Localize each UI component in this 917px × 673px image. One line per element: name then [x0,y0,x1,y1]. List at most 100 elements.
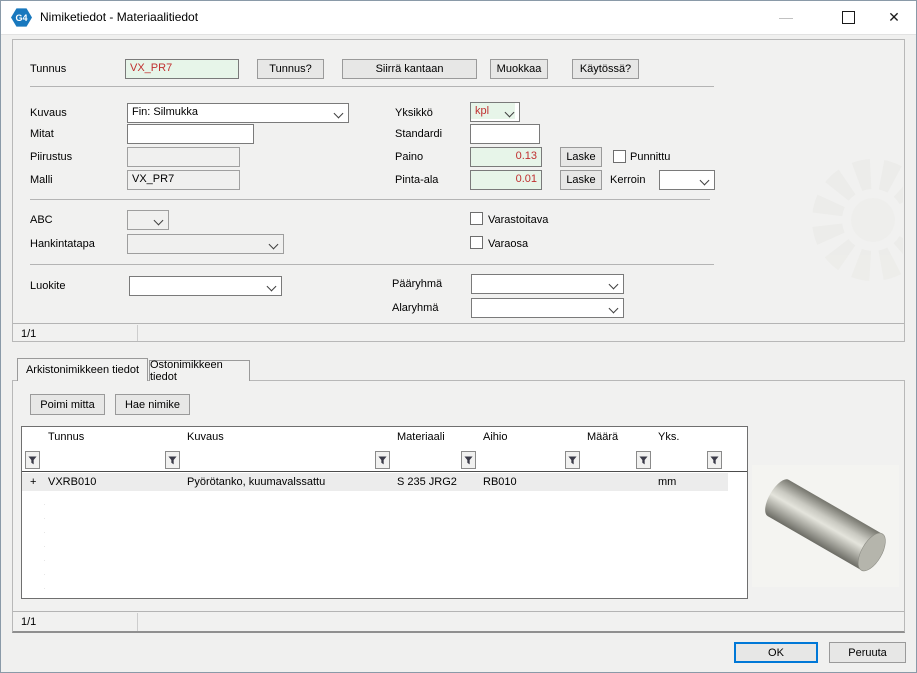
funnel-icon [168,456,177,465]
filter-button-kuvaus[interactable] [375,451,390,469]
round-bar-3d-icon [752,465,899,587]
chevron-down-icon [609,304,619,314]
alaryhma-dropdown[interactable] [471,298,624,318]
filter-button-materiaali[interactable] [461,451,476,469]
table-row[interactable]: + VXRB010 Pyörötanko, kuumavalssattu S 2… [22,473,728,491]
luokite-dropdown[interactable] [129,276,282,296]
tab-ostonimikkeen-tiedot[interactable]: Ostonimikkeen tiedot [149,360,250,381]
chevron-down-icon [700,176,710,186]
form-record-pager: 1/1 [13,323,904,342]
luokite-label: Luokite [30,280,65,292]
yksikko-label: Yksikkö [395,107,433,119]
table-filter-row [22,449,747,472]
table-record-pager: 1/1 [13,611,904,632]
close-icon: ✕ [888,9,900,26]
col-yks[interactable]: Yks. [658,431,679,443]
pager-divider [137,613,138,631]
peruuta-button[interactable]: Peruuta [829,642,906,663]
titlebar: G4 Nimiketiedot - Materiaalitiedot — ✕ [1,1,916,35]
muokkaa-button[interactable]: Muokkaa [490,59,548,79]
cell-materiaali: S 235 JRG2 [397,476,457,488]
col-tunnus[interactable]: Tunnus [48,431,84,443]
poimi-mitta-button[interactable]: Poimi mitta [30,394,105,415]
col-aihio[interactable]: Aihio [483,431,507,443]
varastoitava-label: Varastoitava [488,214,548,226]
kuvaus-dropdown[interactable]: Fin: Silmukka [127,103,349,123]
col-kuvaus[interactable]: Kuvaus [187,431,224,443]
yksikko-dropdown[interactable]: kpl [470,102,520,122]
separator [30,86,714,87]
punnittu-label: Punnittu [630,151,670,163]
kaytossa-question-button[interactable]: Käytössä? [572,59,639,79]
hankintatapa-dropdown[interactable] [127,234,284,254]
laske-pinta-ala-button[interactable]: Laske [560,170,602,190]
pinta-ala-input[interactable]: 0.01 [470,170,542,190]
window-title: Nimiketiedot - Materiaalitiedot [40,10,198,24]
punnittu-checkbox[interactable] [613,150,626,163]
pager-divider [137,325,138,342]
chevron-down-icon [334,109,344,119]
table-record-count: 1/1 [21,616,36,628]
tab-arkistonimikkeen-tiedot[interactable]: Arkistonimikkeen tiedot [17,358,148,381]
separator [30,199,710,200]
cell-yks: mm [658,476,676,488]
form-record-count: 1/1 [21,328,36,340]
paino-label: Paino [395,151,423,163]
mitat-label: Mitat [30,128,54,140]
varaosa-checkbox[interactable] [470,236,483,249]
row-marker: + [30,476,36,488]
abc-label: ABC [30,214,53,226]
kerroin-dropdown[interactable] [659,170,715,190]
malli-label: Malli [30,174,53,186]
filter-button-aihio[interactable] [565,451,580,469]
cell-kuvaus: Pyörötanko, kuumavalssattu [187,476,325,488]
funnel-icon [28,456,37,465]
hankintatapa-label: Hankintatapa [30,238,95,250]
cell-tunnus: VXRB010 [48,476,96,488]
filter-button-tunnus[interactable] [165,451,180,469]
funnel-icon [710,456,719,465]
tab-label: Arkistonimikkeen tiedot [26,364,139,376]
close-button[interactable]: ✕ [873,1,915,33]
standardi-input[interactable] [470,124,540,144]
piirustus-input[interactable] [127,147,240,167]
tunnus-input[interactable]: VX_PR7 [125,59,239,79]
ok-button[interactable]: OK [734,642,818,663]
material-form-panel: Tunnus VX_PR7 Tunnus? Siirrä kantaan Muo… [12,39,905,342]
col-materiaali[interactable]: Materiaali [397,431,445,443]
varastoitava-checkbox[interactable] [470,212,483,225]
varaosa-label: Varaosa [488,238,528,250]
funnel-icon [464,456,473,465]
malli-input[interactable]: VX_PR7 [127,170,240,190]
mitat-input[interactable] [127,124,254,144]
abc-dropdown[interactable] [127,210,169,230]
minimize-button[interactable]: — [765,1,807,33]
col-maara[interactable]: Määrä [587,431,618,443]
pinta-ala-label: Pinta-ala [395,174,438,186]
nimike-table: Tunnus Kuvaus Materiaali Aihio Määrä Yks… [21,426,748,599]
hae-nimike-button[interactable]: Hae nimike [115,394,190,415]
tunnus-question-button[interactable]: Tunnus? [257,59,324,79]
filter-button-maara[interactable] [636,451,651,469]
app-icon: G4 [11,8,32,27]
gear-watermark [738,95,903,340]
maximize-icon [842,11,855,24]
siirra-kantaan-button[interactable]: Siirrä kantaan [342,59,477,79]
kuvaus-label: Kuvaus [30,107,67,119]
alaryhma-label: Alaryhmä [392,302,438,314]
table-header-row: Tunnus Kuvaus Materiaali Aihio Määrä Yks… [22,427,747,449]
funnel-icon [568,456,577,465]
tab-label: Ostonimikkeen tiedot [150,359,249,383]
paaryhma-label: Pääryhmä [392,278,442,290]
filter-button-yks[interactable] [707,451,722,469]
funnel-icon [639,456,648,465]
table-empty-rows [22,491,747,598]
kerroin-label: Kerroin [610,174,645,186]
paino-input[interactable]: 0.13 [470,147,542,167]
filter-button-marker[interactable] [25,451,40,469]
paaryhma-dropdown[interactable] [471,274,624,294]
arkistonimike-tab-panel: Poimi mitta Hae nimike Tunnus Kuvaus Mat… [12,380,905,633]
chevron-down-icon [154,216,164,226]
maximize-button[interactable] [827,1,869,33]
laske-paino-button[interactable]: Laske [560,147,602,167]
